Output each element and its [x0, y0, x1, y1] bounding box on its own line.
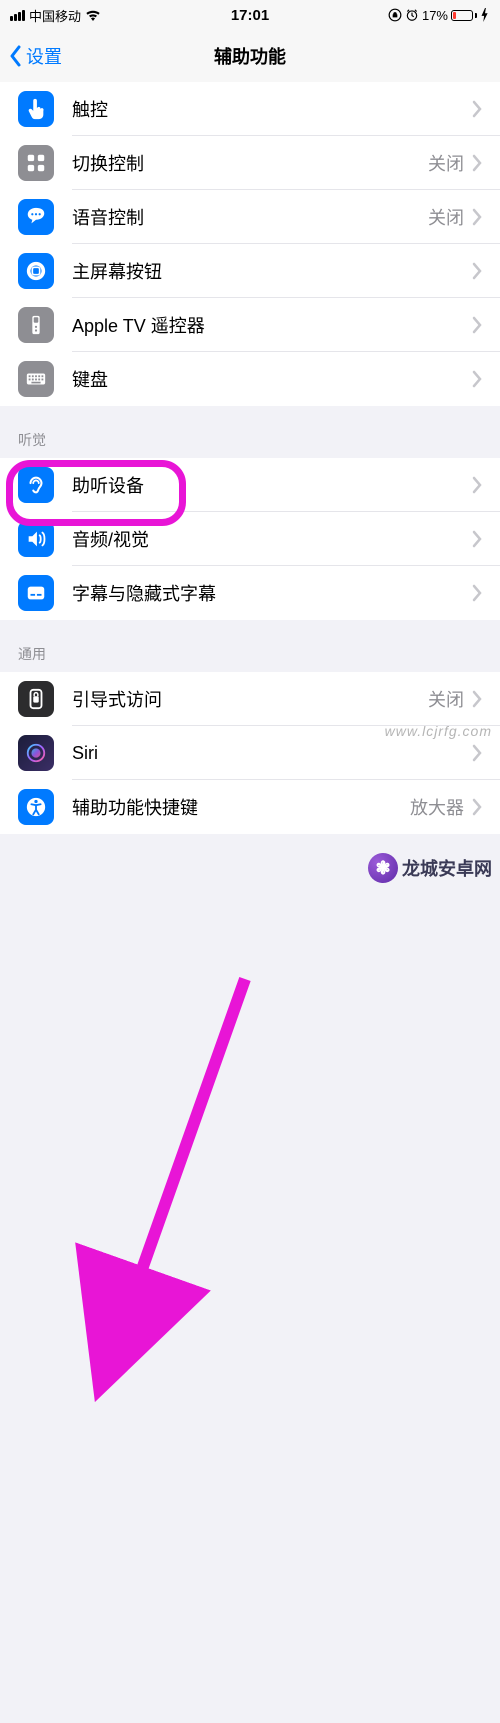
row-value: 关闭	[428, 204, 464, 230]
row-subtitles[interactable]: 字幕与隐藏式字幕	[0, 566, 500, 620]
row-value: 关闭	[428, 150, 464, 176]
row-accessibility-shortcut[interactable]: 辅助功能快捷键 放大器	[0, 780, 500, 834]
row-label: 触控	[72, 96, 472, 122]
charging-icon	[480, 8, 490, 22]
row-label: 切换控制	[72, 150, 428, 176]
carrier-label: 中国移动	[29, 6, 81, 25]
row-label: Siri	[72, 743, 472, 764]
keyboard-icon	[18, 361, 54, 397]
row-switch-control[interactable]: 切换控制 关闭	[0, 136, 500, 190]
chevron-right-icon	[472, 316, 482, 334]
hearing-devices-icon	[18, 467, 54, 503]
chevron-right-icon	[472, 154, 482, 172]
row-value: 放大器	[410, 794, 464, 820]
chevron-right-icon	[472, 262, 482, 280]
wifi-icon	[85, 9, 101, 21]
row-label: 助听设备	[72, 472, 472, 498]
home-button-icon	[18, 253, 54, 289]
status-right: 17%	[388, 8, 490, 23]
row-apple-tv-remote[interactable]: Apple TV 遥控器	[0, 298, 500, 352]
row-value: 关闭	[428, 686, 464, 712]
row-label: Apple TV 遥控器	[72, 312, 472, 338]
row-label: 音频/视觉	[72, 526, 472, 552]
row-voice-control[interactable]: 语音控制 关闭	[0, 190, 500, 244]
chevron-right-icon	[472, 690, 482, 708]
row-keyboard[interactable]: 键盘	[0, 352, 500, 406]
chevron-right-icon	[472, 370, 482, 388]
apple-tv-remote-icon	[18, 307, 54, 343]
back-chevron-icon	[8, 45, 22, 67]
dragon-logo-icon: ❃	[368, 853, 398, 883]
audio-visual-icon	[18, 521, 54, 557]
nav-bar: 设置 辅助功能	[0, 30, 500, 82]
chevron-right-icon	[472, 100, 482, 118]
chevron-right-icon	[472, 798, 482, 816]
row-home-button[interactable]: 主屏幕按钮	[0, 244, 500, 298]
motor-list: 触控 切换控制 关闭 语音控制 关闭 主屏幕按钮 Apple TV 遥控器	[0, 82, 500, 406]
voice-control-icon	[18, 199, 54, 235]
chevron-right-icon	[472, 476, 482, 494]
chevron-right-icon	[472, 584, 482, 602]
row-label: 引导式访问	[72, 686, 428, 712]
switch-control-icon	[18, 145, 54, 181]
accessibility-shortcut-icon	[18, 789, 54, 825]
status-time: 17:01	[231, 7, 269, 24]
brand-text: 龙城安卓网	[402, 855, 492, 881]
row-label: 主屏幕按钮	[72, 258, 472, 284]
row-label: 辅助功能快捷键	[72, 794, 410, 820]
status-bar: 中国移动 17:01 17%	[0, 0, 500, 30]
row-siri[interactable]: Siri	[0, 726, 500, 780]
general-list: 引导式访问 关闭 Siri 辅助功能快捷键 放大器	[0, 672, 500, 834]
chevron-right-icon	[472, 530, 482, 548]
row-touch[interactable]: 触控	[0, 82, 500, 136]
signal-icon	[10, 10, 25, 21]
battery-percent: 17%	[422, 8, 448, 23]
row-audio-visual[interactable]: 音频/视觉	[0, 512, 500, 566]
row-label: 键盘	[72, 366, 472, 392]
row-guided-access[interactable]: 引导式访问 关闭	[0, 672, 500, 726]
hearing-header: 听觉	[0, 406, 500, 458]
back-label: 设置	[26, 43, 62, 69]
page-title: 辅助功能	[214, 43, 286, 69]
subtitles-icon	[18, 575, 54, 611]
row-hearing-devices[interactable]: 助听设备	[0, 458, 500, 512]
touch-icon	[18, 91, 54, 127]
guided-access-icon	[18, 681, 54, 717]
annotation-arrow	[0, 834, 500, 1723]
lock-rotation-icon	[388, 8, 402, 22]
general-header: 通用	[0, 620, 500, 672]
watermark-brand: ❃ 龙城安卓网	[368, 853, 492, 883]
row-label: 字幕与隐藏式字幕	[72, 580, 472, 606]
alarm-icon	[405, 8, 419, 22]
siri-icon	[18, 735, 54, 771]
row-label: 语音控制	[72, 204, 428, 230]
chevron-right-icon	[472, 744, 482, 762]
status-left: 中国移动	[10, 6, 101, 25]
chevron-right-icon	[472, 208, 482, 226]
battery-icon	[451, 10, 477, 21]
back-button[interactable]: 设置	[8, 43, 62, 69]
hearing-list: 助听设备 音频/视觉 字幕与隐藏式字幕	[0, 458, 500, 620]
